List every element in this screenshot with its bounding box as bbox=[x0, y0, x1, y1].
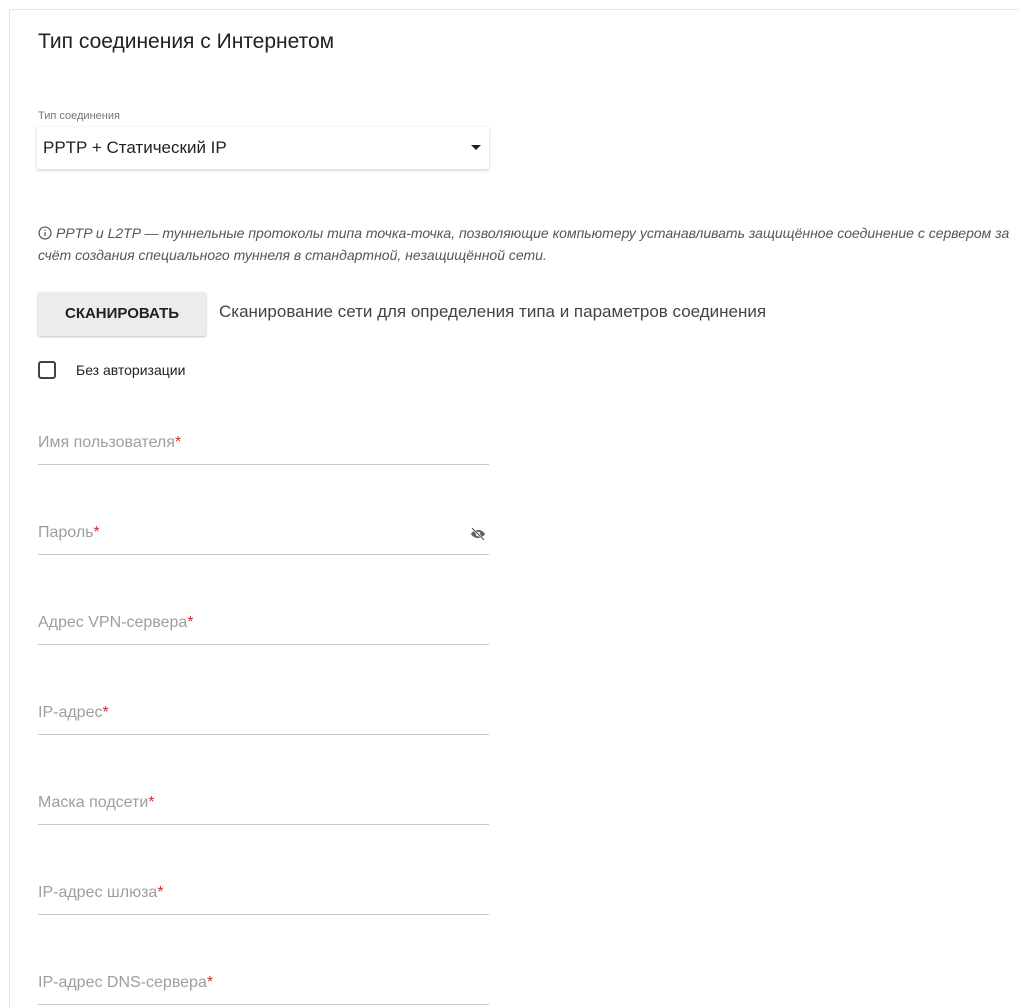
no-auth-label[interactable]: Без авторизации bbox=[76, 362, 185, 378]
vpn-server-label: Адрес VPN-сервера* bbox=[38, 614, 194, 631]
required-mark: * bbox=[206, 974, 214, 991]
gateway-label: IP-адрес шлюза* bbox=[38, 884, 164, 901]
scan-description: Сканирование сети для определения типа и… bbox=[219, 302, 767, 321]
ip-address-label: IP-адрес* bbox=[38, 704, 109, 721]
dns-server-field[interactable]: IP-адрес DNS-сервера* bbox=[38, 968, 489, 1005]
ip-address-field[interactable]: IP-адрес* bbox=[38, 698, 489, 735]
dns-server-label: IP-адрес DNS-сервера* bbox=[38, 974, 214, 991]
password-label: Пароль* bbox=[38, 524, 100, 541]
username-field[interactable]: Имя пользователя* bbox=[38, 428, 489, 465]
password-field[interactable]: Пароль* bbox=[38, 518, 489, 555]
username-label: Имя пользователя* bbox=[38, 434, 182, 451]
connection-type-value: PPTP + Статический IP bbox=[43, 138, 227, 157]
section-title: Тип соединения с Интернетом bbox=[38, 30, 335, 53]
no-auth-checkbox[interactable] bbox=[38, 361, 56, 379]
info-note: PPTP и L2TP — туннельные протоколы типа … bbox=[38, 222, 1013, 266]
connection-type-label: Тип соединения bbox=[38, 110, 120, 122]
subnet-mask-field[interactable]: Маска подсети* bbox=[38, 788, 489, 825]
required-mark: * bbox=[157, 884, 164, 901]
required-mark: * bbox=[174, 434, 182, 451]
info-circle-icon bbox=[38, 226, 52, 240]
required-mark: * bbox=[93, 524, 100, 541]
subnet-mask-label: Маска подсети* bbox=[38, 794, 155, 811]
eye-off-icon[interactable] bbox=[469, 525, 487, 543]
required-mark: * bbox=[148, 794, 155, 811]
panel-top-border bbox=[9, 9, 1019, 10]
scan-button[interactable]: СКАНИРОВАТЬ bbox=[38, 292, 206, 336]
vpn-server-field[interactable]: Адрес VPN-сервера* bbox=[38, 608, 489, 645]
panel-left-border bbox=[9, 9, 10, 1008]
chevron-down-icon bbox=[471, 145, 481, 150]
info-text: PPTP и L2TP — туннельные протоколы типа … bbox=[38, 225, 1010, 263]
connection-type-select[interactable]: PPTP + Статический IP bbox=[37, 127, 489, 169]
required-mark: * bbox=[187, 614, 194, 631]
gateway-field[interactable]: IP-адрес шлюза* bbox=[38, 878, 489, 915]
page: Тип соединения с Интернетом Тип соединен… bbox=[0, 0, 1019, 1008]
required-mark: * bbox=[102, 704, 109, 721]
